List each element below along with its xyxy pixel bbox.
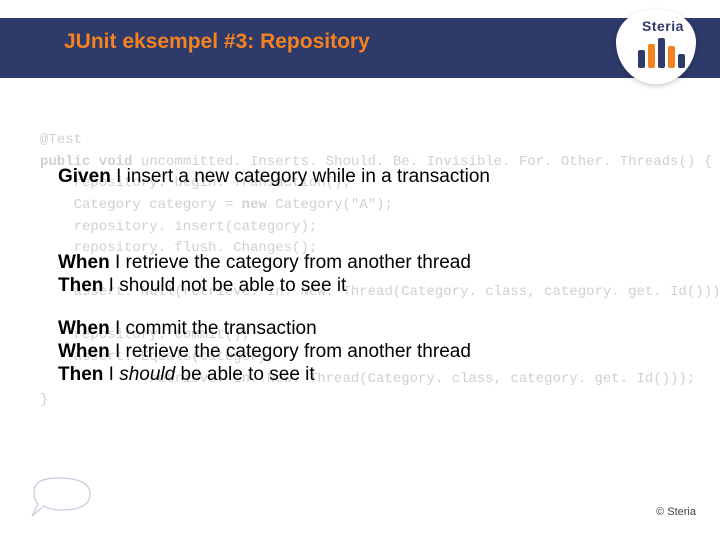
bdd-line-then: Then I should not be able to see it [58, 275, 346, 297]
bdd-line-then: Then I should be able to see it [58, 364, 315, 386]
code-line: Category category = [40, 197, 242, 213]
code-line: } [40, 392, 48, 408]
code-line: repository. insert(category); [40, 219, 317, 235]
code-line: @Test [40, 132, 82, 148]
code-line: Category("A"); [267, 197, 393, 213]
speech-bubble-icon [28, 472, 98, 522]
bdd-line-when: When I retrieve the category from anothe… [58, 341, 471, 363]
logo-bars [638, 38, 685, 68]
logo: Steria [606, 10, 706, 90]
bdd-line-when: When I commit the transaction [58, 318, 317, 340]
logo-text: Steria [642, 18, 684, 34]
code-keyword: new [242, 197, 267, 213]
slide-title: JUnit eksempel #3: Repository [64, 30, 370, 54]
logo-shape: Steria [616, 10, 696, 84]
copyright: © Steria [656, 506, 696, 518]
content-area: @Test public void uncommitted. Inserts. … [40, 130, 680, 412]
bdd-line-given: Given I insert a new category while in a… [58, 166, 490, 188]
bdd-line-when: When I retrieve the category from anothe… [58, 252, 471, 274]
